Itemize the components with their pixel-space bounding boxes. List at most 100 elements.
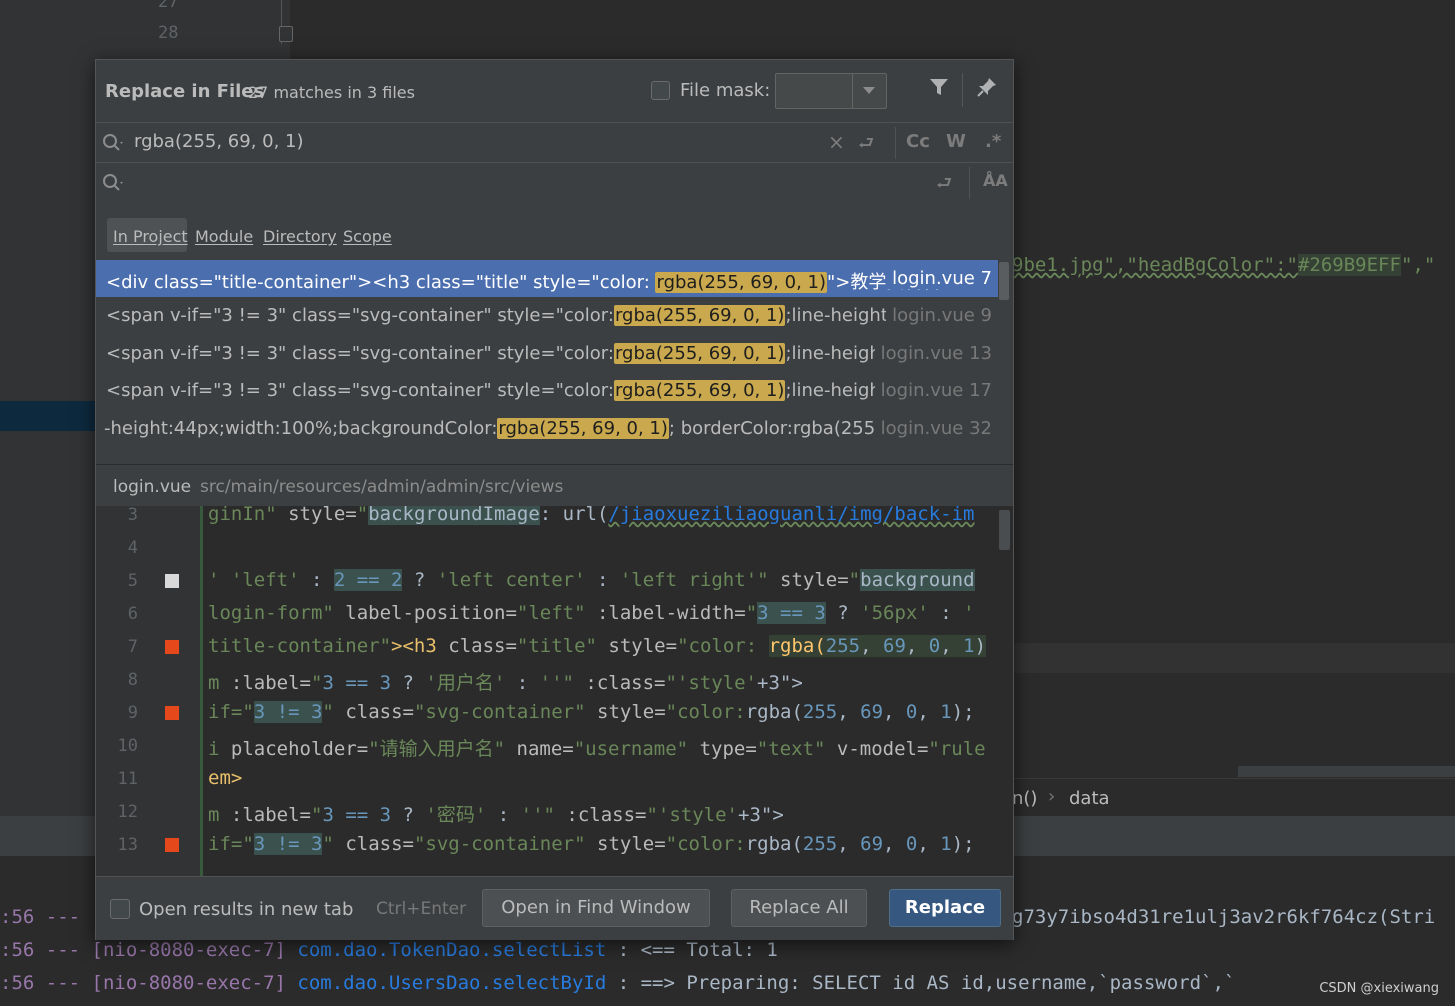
color-swatch-icon[interactable] [165,640,179,654]
search-history-icon[interactable] [102,133,126,158]
result-row[interactable]: <span v-if="3 != 3" class="svg-container… [96,297,998,334]
scope-directory[interactable]: Directory [263,227,337,246]
scope-module[interactable]: Module [195,227,253,246]
line-number: 7 [127,637,138,657]
color-swatch-icon[interactable] [165,574,179,588]
result-row[interactable]: -height:44px;width:100%;backgroundColor:… [96,410,998,447]
result-match: rgba(255, 69, 0, 1) [613,305,786,326]
preview-scrollbar-thumb[interactable] [999,510,1010,550]
result-file: login.vue 7 [886,268,992,289]
result-context: <div class="title-container"><h3 class="… [106,272,656,293]
open-new-tab-checkbox[interactable] [110,899,130,919]
results-list[interactable]: <div class="title-container"><h3 class="… [96,260,1013,462]
pin-icon[interactable] [976,76,998,104]
watermark: CSDN @xiexiwang [1319,981,1439,996]
file-mask-checkbox[interactable] [651,81,670,100]
breadcrumb-separator-icon: › [1048,786,1056,807]
console-line: :56 --- [nio-8080-exec-7] com.dao.UsersD… [0,972,1235,994]
file-mask-combobox[interactable] [775,73,887,109]
fold-marker-icon[interactable] [279,26,293,42]
new-line-icon[interactable]: ⮐ [858,131,874,161]
console-text: : ==> Preparing: SELECT id AS id,usernam… [606,972,1236,994]
preserve-case-icon[interactable]: ÅA [983,171,1008,190]
preview-file-name: login.vue [113,477,192,497]
preview-file-path: src/main/resources/admin/admin/src/views [200,477,564,497]
background-code-line: 9be1.jpg","headBgColor":"#269B9EFF"," [1012,254,1435,276]
line-number: 13 [117,835,138,855]
line-number: 10 [117,736,138,756]
result-match: rgba(255, 69, 0, 1) [655,272,827,293]
filter-icon[interactable] [928,76,950,104]
preview-editor[interactable]: 3 4 5 6 7 8 9 10 11 12 13 ginIn" style="… [96,506,1013,876]
open-in-find-window-button[interactable]: Open in Find Window [482,889,710,927]
result-file: login.vue 13 [874,343,992,364]
console-logger[interactable]: com.dao.UsersDao.selectById [297,972,606,994]
chevron-down-icon[interactable] [863,87,875,94]
color-swatch-icon[interactable] [165,706,179,720]
result-file: login.vue 9 [886,305,992,326]
console-text: :56 --- [ [0,906,103,928]
replace-all-button[interactable]: Replace All [731,889,867,927]
result-context: <span v-if="3 != 3" class="svg-container… [106,343,614,364]
field-separator [895,127,896,159]
clear-search-icon[interactable]: × [828,130,845,154]
search-input[interactable]: rgba(255, 69, 0, 1) [134,131,304,152]
file-mask-label: File mask: [680,80,771,101]
new-line-icon[interactable]: ⮐ [936,171,952,201]
code-line: m :label="3 == 3 ? '密码' : ''" :class="'s… [208,804,784,826]
code-string: "," [1400,254,1436,276]
line-number: 28 [158,23,179,43]
horizontal-scrollbar[interactable] [1238,766,1455,777]
result-text: <span v-if="3 != 3" class="svg-container… [106,380,947,401]
console-logger[interactable]: com.dao.TokenDao.selectList [297,939,606,961]
replace-history-icon[interactable] [102,173,126,198]
breadcrumb: n() › data [1012,778,1455,817]
match-summary: 27 matches in 3 files [248,83,415,102]
open-new-tab-label[interactable]: Open results in new tab [139,899,353,920]
scope-in-project[interactable]: In Project [113,227,188,246]
replace-field[interactable]: ⮐ ÅA [96,162,1013,203]
code-string: 9be1.jpg","headBgColor":" [1012,254,1298,276]
preview-header: login.vue src/main/resources/admin/admin… [96,464,1013,507]
result-context: -height:44px;width:100%;backgroundColor: [104,418,498,439]
result-row[interactable]: <span v-if="3 != 3" class="svg-container… [96,335,998,372]
current-line-highlight [1012,643,1455,673]
result-row[interactable]: <span v-if="3 != 3" class="svg-container… [96,372,998,409]
dialog-header[interactable]: Replace in Files 27 matches in 3 files F… [96,60,1013,122]
line-number: 8 [127,670,138,690]
code-line: em> [208,767,243,789]
color-swatch-icon[interactable] [165,838,179,852]
line-number: 27 [158,0,179,12]
combobox-separator [852,74,853,108]
breadcrumb-item[interactable]: data [1069,788,1110,809]
results-scrollbar-thumb[interactable] [999,262,1009,300]
console-text: g73y7ibso4d31re1ulj3av2r6kf764cz(Stri [1012,906,1436,928]
preview-gutter [96,506,202,876]
breadcrumb-item[interactable]: n() [1012,788,1037,809]
replace-button[interactable]: Replace [889,889,1001,927]
match-case-toggle[interactable]: Cc [906,131,930,152]
result-match: rgba(255, 69, 0, 1) [613,343,786,364]
result-text: -height:44px;width:100%;backgroundColor:… [104,418,932,439]
code-line: if="3 != 3" class="svg-container" style=… [208,833,975,855]
result-text: <span v-if="3 != 3" class="svg-container… [106,343,947,364]
code-line: ginIn" style="backgroundImage: url(/jiao… [208,506,974,525]
field-separator [969,167,970,199]
line-number: 4 [127,538,138,558]
dialog-title: Replace in Files [105,81,265,102]
console-line: :56 --- [ [0,906,103,928]
result-context: <span v-if="3 != 3" class="svg-container… [106,305,614,326]
line-number: 12 [117,802,138,822]
code-color-value: #269B9EFF [1297,254,1401,276]
search-field[interactable]: rgba(255, 69, 0, 1) × ⮐ Cc W .* [96,122,1013,163]
code-line: m :label="3 == 3 ? '用户名' : ''" :class="'… [208,672,803,694]
whole-words-toggle[interactable]: W [946,131,966,152]
code-line: i placeholder="请输入用户名" name="username" t… [208,738,986,760]
project-tree-selection [0,401,96,431]
shortcut-hint: Ctrl+Enter [376,899,467,919]
code-line: title-container"><h3 class="title" style… [208,635,987,657]
result-row[interactable]: <div class="title-container"><h3 class="… [96,260,998,297]
scope-bar: In Project Module Directory Scope [96,203,1013,257]
regex-toggle[interactable]: .* [985,131,1001,152]
scope-scope[interactable]: Scope [343,227,392,246]
